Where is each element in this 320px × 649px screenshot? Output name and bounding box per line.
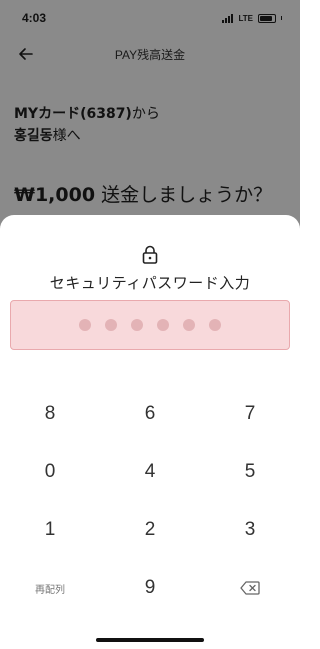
recipient-suffix: 様へ xyxy=(52,128,81,144)
pin-dot xyxy=(79,319,91,331)
key-8[interactable]: 8 xyxy=(0,385,100,443)
key-6[interactable]: 6 xyxy=(100,385,200,443)
confirm-question: 送金しましょうか？ xyxy=(101,184,273,206)
status-bar: 4:03 LTE xyxy=(0,0,300,36)
page-title: PAY残高送金 xyxy=(114,47,186,62)
key-3[interactable]: 3 xyxy=(200,501,300,559)
lock-icon xyxy=(142,245,158,264)
status-time: 4:03 xyxy=(22,11,47,25)
battery-cap xyxy=(281,16,282,20)
keypad-row: 123 xyxy=(0,501,300,559)
pin-input[interactable] xyxy=(10,300,290,350)
recipient-name: 홍길동 xyxy=(14,128,53,144)
sheet-title: セキュリティパスワード入力 xyxy=(49,274,251,292)
back-arrow-icon[interactable] xyxy=(16,44,36,64)
pin-dot xyxy=(131,319,143,331)
amount-question: ₩1,000 送金しましょうか？ xyxy=(14,180,272,207)
keypad-row: 再配列 9 xyxy=(0,559,300,617)
network-label: LTE xyxy=(238,13,253,23)
backspace-icon xyxy=(240,581,260,595)
battery-icon xyxy=(258,13,276,23)
transfer-source: MYカード(6387)から xyxy=(14,104,160,124)
transfer-recipient: 홍길동様へ xyxy=(14,126,81,146)
source-suffix: から xyxy=(131,106,160,122)
key-0[interactable]: 0 xyxy=(0,443,100,501)
key-7[interactable]: 7 xyxy=(200,385,300,443)
key-9[interactable]: 9 xyxy=(100,559,200,617)
key-1[interactable]: 1 xyxy=(0,501,100,559)
transfer-amount: ₩1,000 xyxy=(14,184,96,206)
key-5[interactable]: 5 xyxy=(200,443,300,501)
pin-dot xyxy=(157,319,169,331)
shuffle-keys-button[interactable]: 再配列 xyxy=(0,559,100,617)
status-indicators: LTE xyxy=(222,13,282,23)
pin-dot xyxy=(183,319,195,331)
keypad-row: 045 xyxy=(0,443,300,501)
source-card: MYカード(6387) xyxy=(14,106,132,122)
home-indicator xyxy=(96,638,204,642)
nav-bar: PAY残高送金 xyxy=(0,36,300,72)
signal-icon xyxy=(222,13,234,23)
backspace-button[interactable] xyxy=(200,559,300,617)
key-2[interactable]: 2 xyxy=(100,501,200,559)
number-keypad: 8 6 7 0 4 5 1 2 3 再配列 9 xyxy=(0,385,300,617)
pin-dot xyxy=(209,319,221,331)
pin-dot xyxy=(105,319,117,331)
keypad-row: 867 xyxy=(0,385,300,443)
key-4[interactable]: 4 xyxy=(100,443,200,501)
password-sheet: セキュリティパスワード入力 8 6 7 0 4 5 1 2 3 再配列 9 xyxy=(0,215,300,649)
